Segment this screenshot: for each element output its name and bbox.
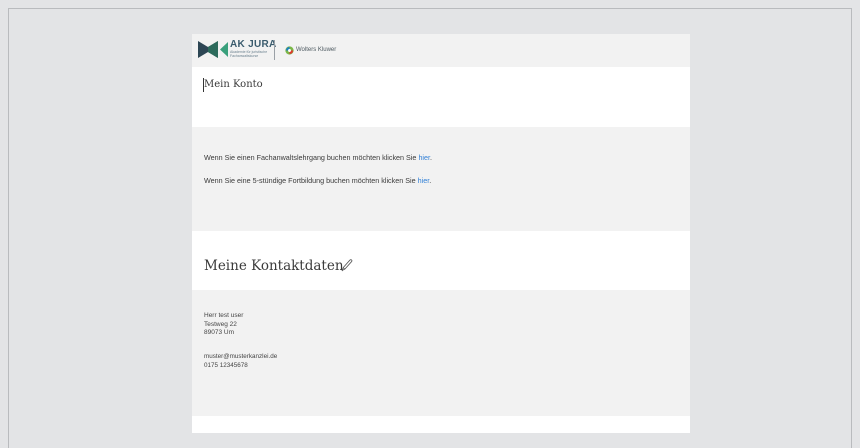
booking-link-fortbildung[interactable]: hier <box>418 176 430 185</box>
header-divider <box>274 40 275 60</box>
contact-header-section: Meine Kontaktdaten <box>192 231 690 290</box>
contact-details-section: Herr test user Testweg 22 89073 Um muste… <box>192 290 690 416</box>
contact-phone: 0175 12345678 <box>204 361 248 369</box>
wolters-kluwer-globe-icon <box>285 46 294 55</box>
booking-line-fortbildung: Wenn Sie eine 5-stündige Fortbildung buc… <box>204 176 432 185</box>
page-title: Mein Konto <box>204 79 263 90</box>
brand-name: AK JURA <box>230 39 277 50</box>
booking-line-fachanwalt: Wenn Sie einen Fachanwaltslehrgang buche… <box>204 153 433 162</box>
contact-email: muster@musterkanzlei.de <box>204 353 278 360</box>
booking-text-fortbildung: Wenn Sie eine 5-stündige Fortbildung buc… <box>204 176 418 185</box>
contact-title: Meine Kontaktdaten <box>204 258 344 274</box>
ak-jura-logo-icon[interactable] <box>198 41 228 58</box>
contact-street: Testweg 22 <box>204 320 237 328</box>
booking-text-fachanwalt: Wenn Sie einen Fachanwaltslehrgang buche… <box>204 153 419 162</box>
brand-tagline: Akademie für juristische Fachanwaltskurs… <box>230 50 268 58</box>
account-title-section: Mein Konto <box>192 67 690 127</box>
brand-block: AK JURA Akademie für juristische Fachanw… <box>230 39 277 58</box>
contact-name: Herr test user <box>204 312 244 319</box>
contact-address: Herr test user Testweg 22 89073 Um <box>204 312 243 338</box>
contact-city: 89073 Um <box>204 329 234 336</box>
site-header: AK JURA Akademie für juristische Fachanw… <box>192 34 690 67</box>
contact-communication: muster@musterkanzlei.de 0175 12345678 <box>204 353 277 370</box>
pencil-edit-icon[interactable] <box>340 258 353 272</box>
booking-link-fachanwalt[interactable]: hier <box>418 153 430 162</box>
account-page: AK JURA Akademie für juristische Fachanw… <box>192 34 690 433</box>
booking-section: Wenn Sie einen Fachanwaltslehrgang buche… <box>192 127 690 231</box>
partner-name: Wolters Kluwer <box>296 47 337 53</box>
